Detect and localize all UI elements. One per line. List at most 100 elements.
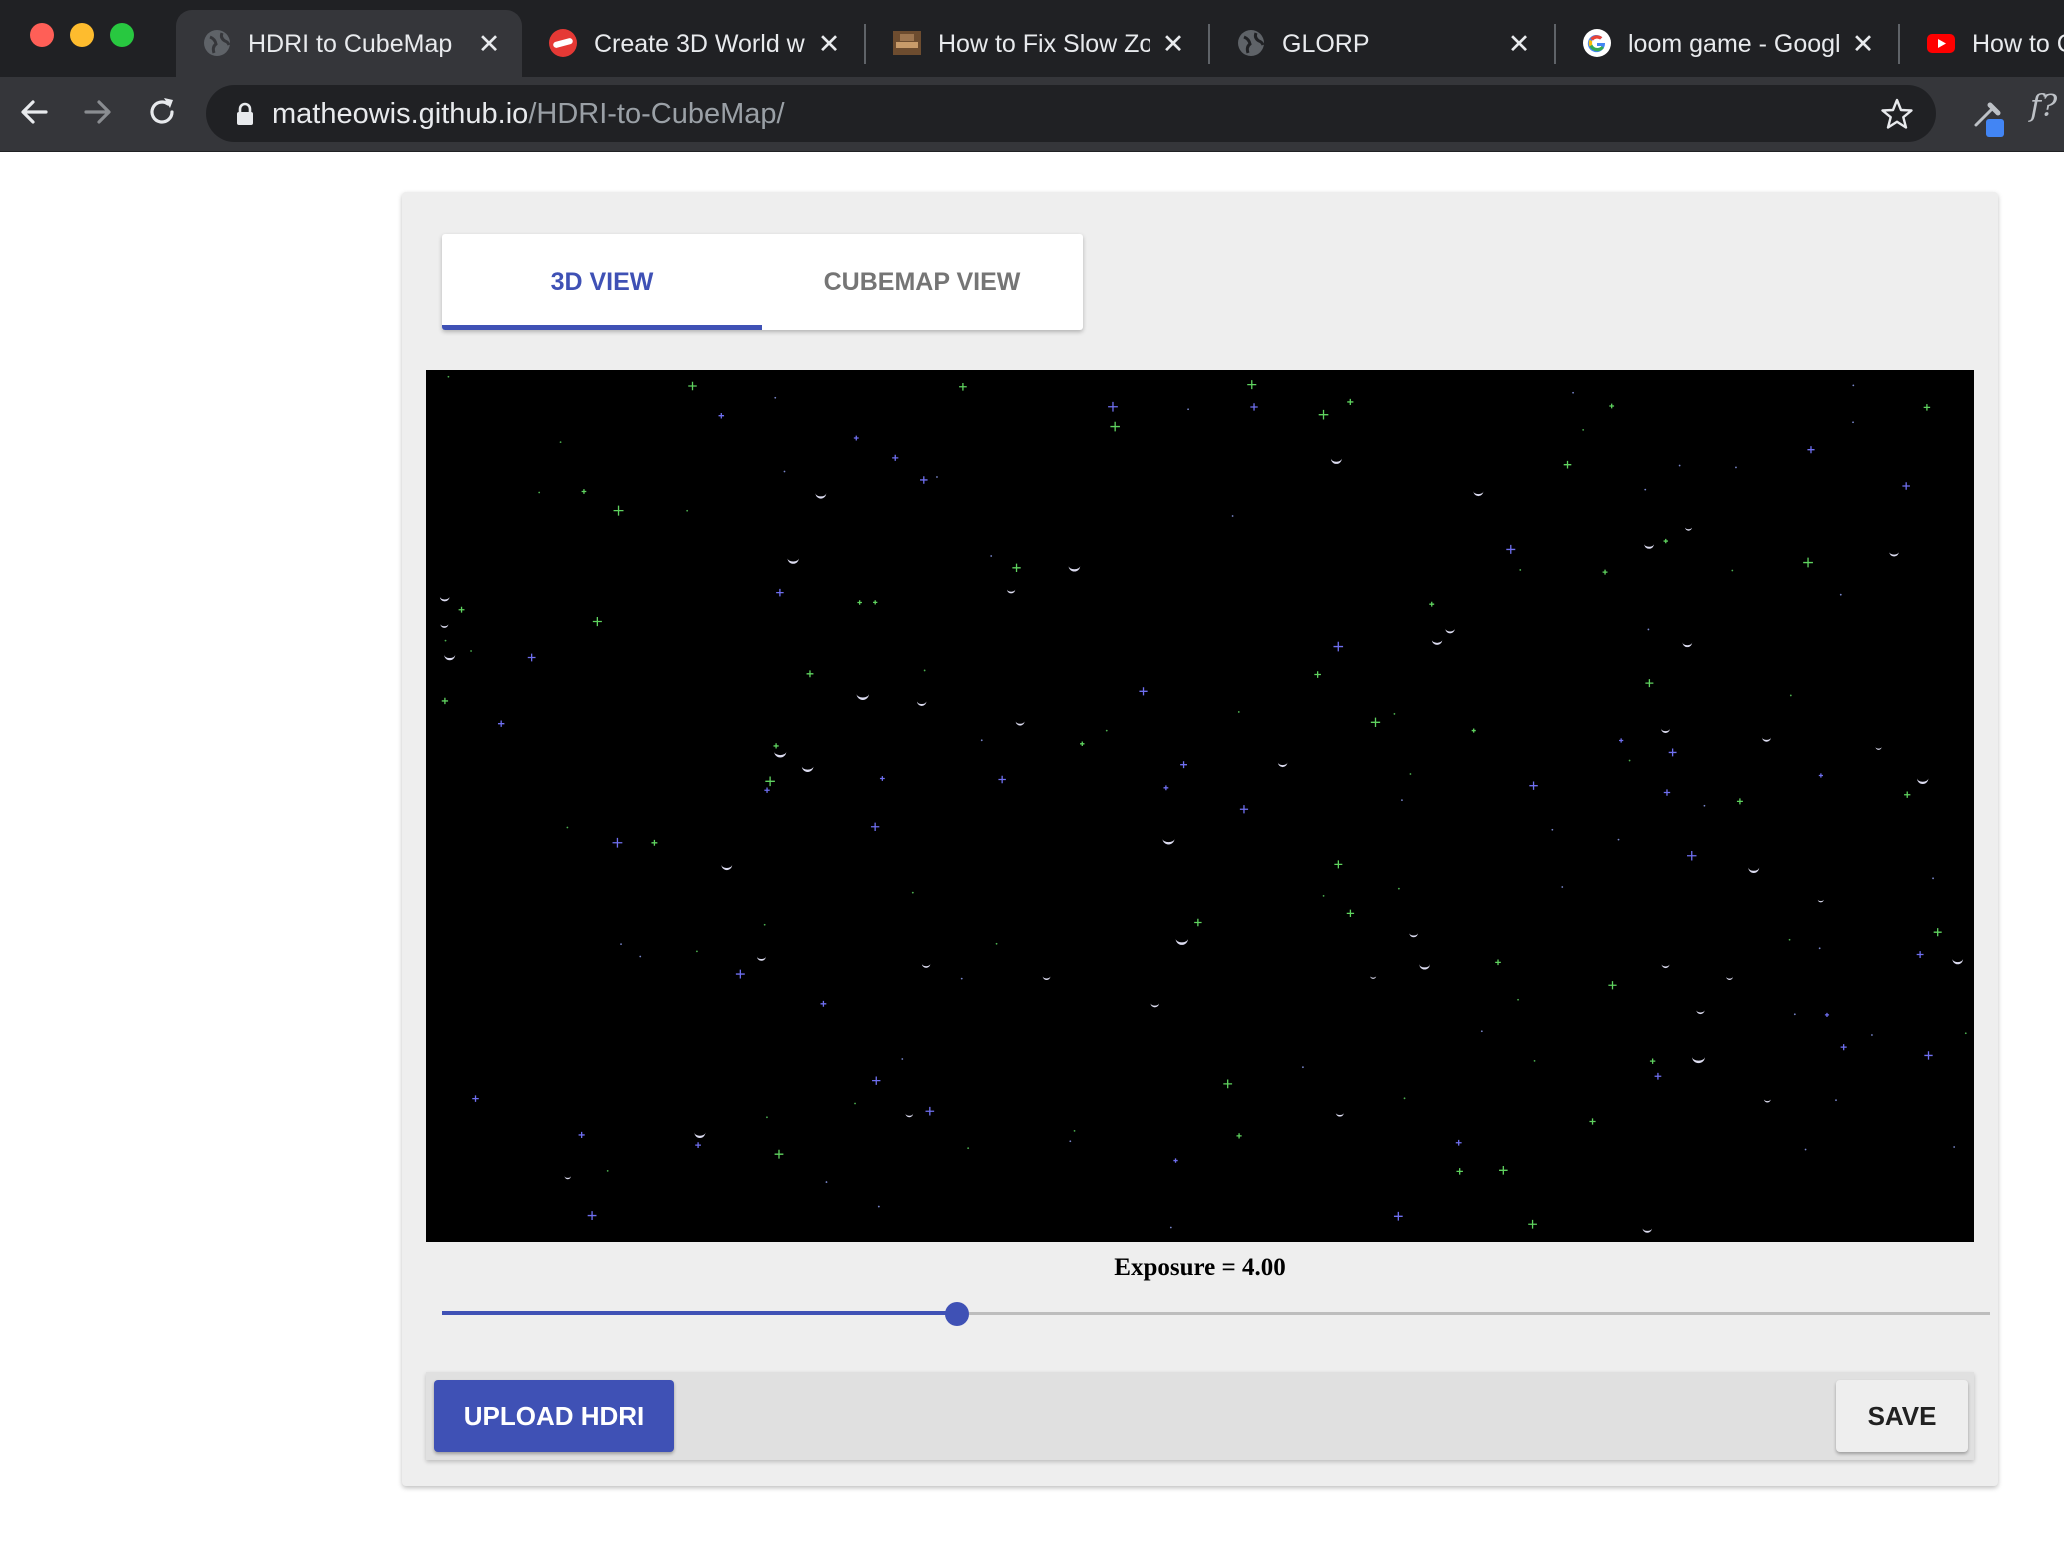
cross-star (718, 412, 725, 419)
forward-arrow-icon[interactable] (78, 92, 118, 132)
eyedropper-extension-icon[interactable] (1970, 97, 2010, 139)
dot-star (1953, 1146, 1956, 1148)
tab-3d-view[interactable]: 3D VIEW (442, 234, 762, 330)
cross-star (1904, 791, 1911, 798)
dot-star (606, 1169, 609, 1172)
dot-star (990, 555, 993, 557)
cross-star (1916, 951, 1924, 958)
browser-tab-loom-game[interactable]: loom game - Googl ✕ (1556, 10, 1896, 77)
window-minimize-control[interactable] (70, 23, 94, 47)
starfield-canvas[interactable] (426, 370, 1974, 1242)
crescent-star (1682, 642, 1693, 648)
reload-icon[interactable] (142, 92, 182, 132)
dot-star (1793, 1013, 1796, 1016)
cross-star (1163, 785, 1169, 791)
dot-star (967, 1147, 970, 1150)
tab-title: loom game - Googl (1628, 30, 1840, 58)
cross-star (1333, 641, 1344, 652)
cross-star (1609, 403, 1615, 409)
crescent-star (1661, 728, 1671, 733)
save-button[interactable]: SAVE (1836, 1380, 1968, 1452)
dot-star (1302, 1066, 1304, 1069)
window-close-control[interactable] (30, 23, 54, 47)
cross-star (1654, 1072, 1662, 1080)
browser-tab-hdri[interactable]: HDRI to CubeMap ✕ (176, 10, 522, 77)
3d-viewport[interactable] (426, 370, 1974, 1242)
crescent-star (1150, 1003, 1160, 1008)
cross-star (765, 776, 775, 787)
cross-star (1495, 959, 1501, 966)
globe-icon (1238, 30, 1265, 56)
close-icon[interactable]: ✕ (474, 29, 504, 59)
dot-star (923, 669, 926, 672)
crescent-star (1006, 589, 1016, 594)
bookmark-star-icon[interactable] (1880, 97, 1914, 131)
browser-tab-create-3d-world[interactable]: Create 3D World wi ✕ (522, 10, 862, 77)
crescent-star (801, 766, 814, 772)
dot-star (444, 639, 447, 642)
dot-star (1409, 773, 1412, 775)
crescent-star (1335, 1112, 1344, 1117)
close-icon[interactable]: ✕ (814, 29, 844, 59)
crescent-star (1431, 639, 1443, 645)
exposure-slider[interactable] (442, 1294, 1990, 1334)
cross-star (587, 1211, 597, 1220)
formula-extension-icon[interactable]: f? (2030, 89, 2057, 124)
cross-star (1236, 1133, 1242, 1139)
dot-star (686, 509, 689, 512)
close-icon[interactable]: ✕ (1504, 29, 1534, 59)
dot-star (1551, 828, 1554, 831)
dot-star (911, 891, 914, 894)
dot-star (1517, 998, 1519, 1001)
dot-star (1401, 799, 1403, 802)
dot-star (1628, 759, 1631, 762)
crescent-star (815, 493, 827, 499)
crescent-star (439, 596, 450, 602)
cross-star (1528, 1219, 1537, 1229)
crescent-star (1409, 932, 1419, 938)
close-icon[interactable]: ✕ (1158, 29, 1188, 59)
crescent-star (787, 558, 799, 564)
url-text[interactable]: matheowis.github.io/HDRI-to-CubeMap/ (272, 98, 785, 130)
cross-star (1429, 601, 1435, 607)
crescent-star (1762, 737, 1772, 742)
crescent-star (444, 654, 456, 661)
cross-star (1506, 544, 1516, 554)
lock-icon[interactable] (232, 101, 258, 127)
cross-star (1736, 798, 1743, 805)
back-arrow-icon[interactable] (14, 92, 54, 132)
dot-star (1852, 421, 1854, 424)
dot-star (1731, 569, 1734, 572)
cross-star (873, 600, 878, 605)
browser-tab-glorp[interactable]: GLORP ✕ (1210, 10, 1552, 77)
cross-star (920, 476, 928, 484)
tab-title: HDRI to CubeMap (248, 30, 453, 58)
browser-tab-youtube[interactable]: How to C (1900, 10, 2064, 77)
dot-star (1187, 408, 1189, 411)
upload-hdri-button[interactable]: UPLOAD HDRI (434, 1380, 674, 1452)
cross-star (857, 600, 862, 605)
dot-star (1480, 1030, 1483, 1033)
dot-star (1871, 1034, 1873, 1036)
crescent-star (564, 1175, 572, 1180)
dot-star (825, 1181, 828, 1183)
dot-star (1964, 1032, 1967, 1035)
address-bar[interactable]: matheowis.github.io/HDRI-to-CubeMap/ (206, 85, 1936, 142)
cross-star (1180, 761, 1187, 769)
tab-title: How to Fix Slow Zo (938, 30, 1150, 58)
cross-star (1455, 1139, 1462, 1146)
slider-thumb[interactable] (945, 1302, 970, 1326)
dot-star (470, 650, 472, 652)
cross-star (613, 505, 624, 516)
dot-star (766, 1116, 768, 1119)
dot-star (620, 943, 622, 946)
tab-cubemap-view[interactable]: CUBEMAP VIEW (762, 234, 1082, 330)
crescent-star (1473, 491, 1484, 497)
window-zoom-control[interactable] (110, 23, 134, 47)
cross-star (1250, 403, 1258, 411)
cross-star (820, 1000, 827, 1007)
close-icon[interactable]: ✕ (1848, 29, 1878, 59)
cross-star (1499, 1166, 1508, 1175)
browser-tab-fix-slow[interactable]: How to Fix Slow Zo ✕ (866, 10, 1206, 77)
url-path: /HDRI-to-CubeMap/ (528, 98, 785, 130)
